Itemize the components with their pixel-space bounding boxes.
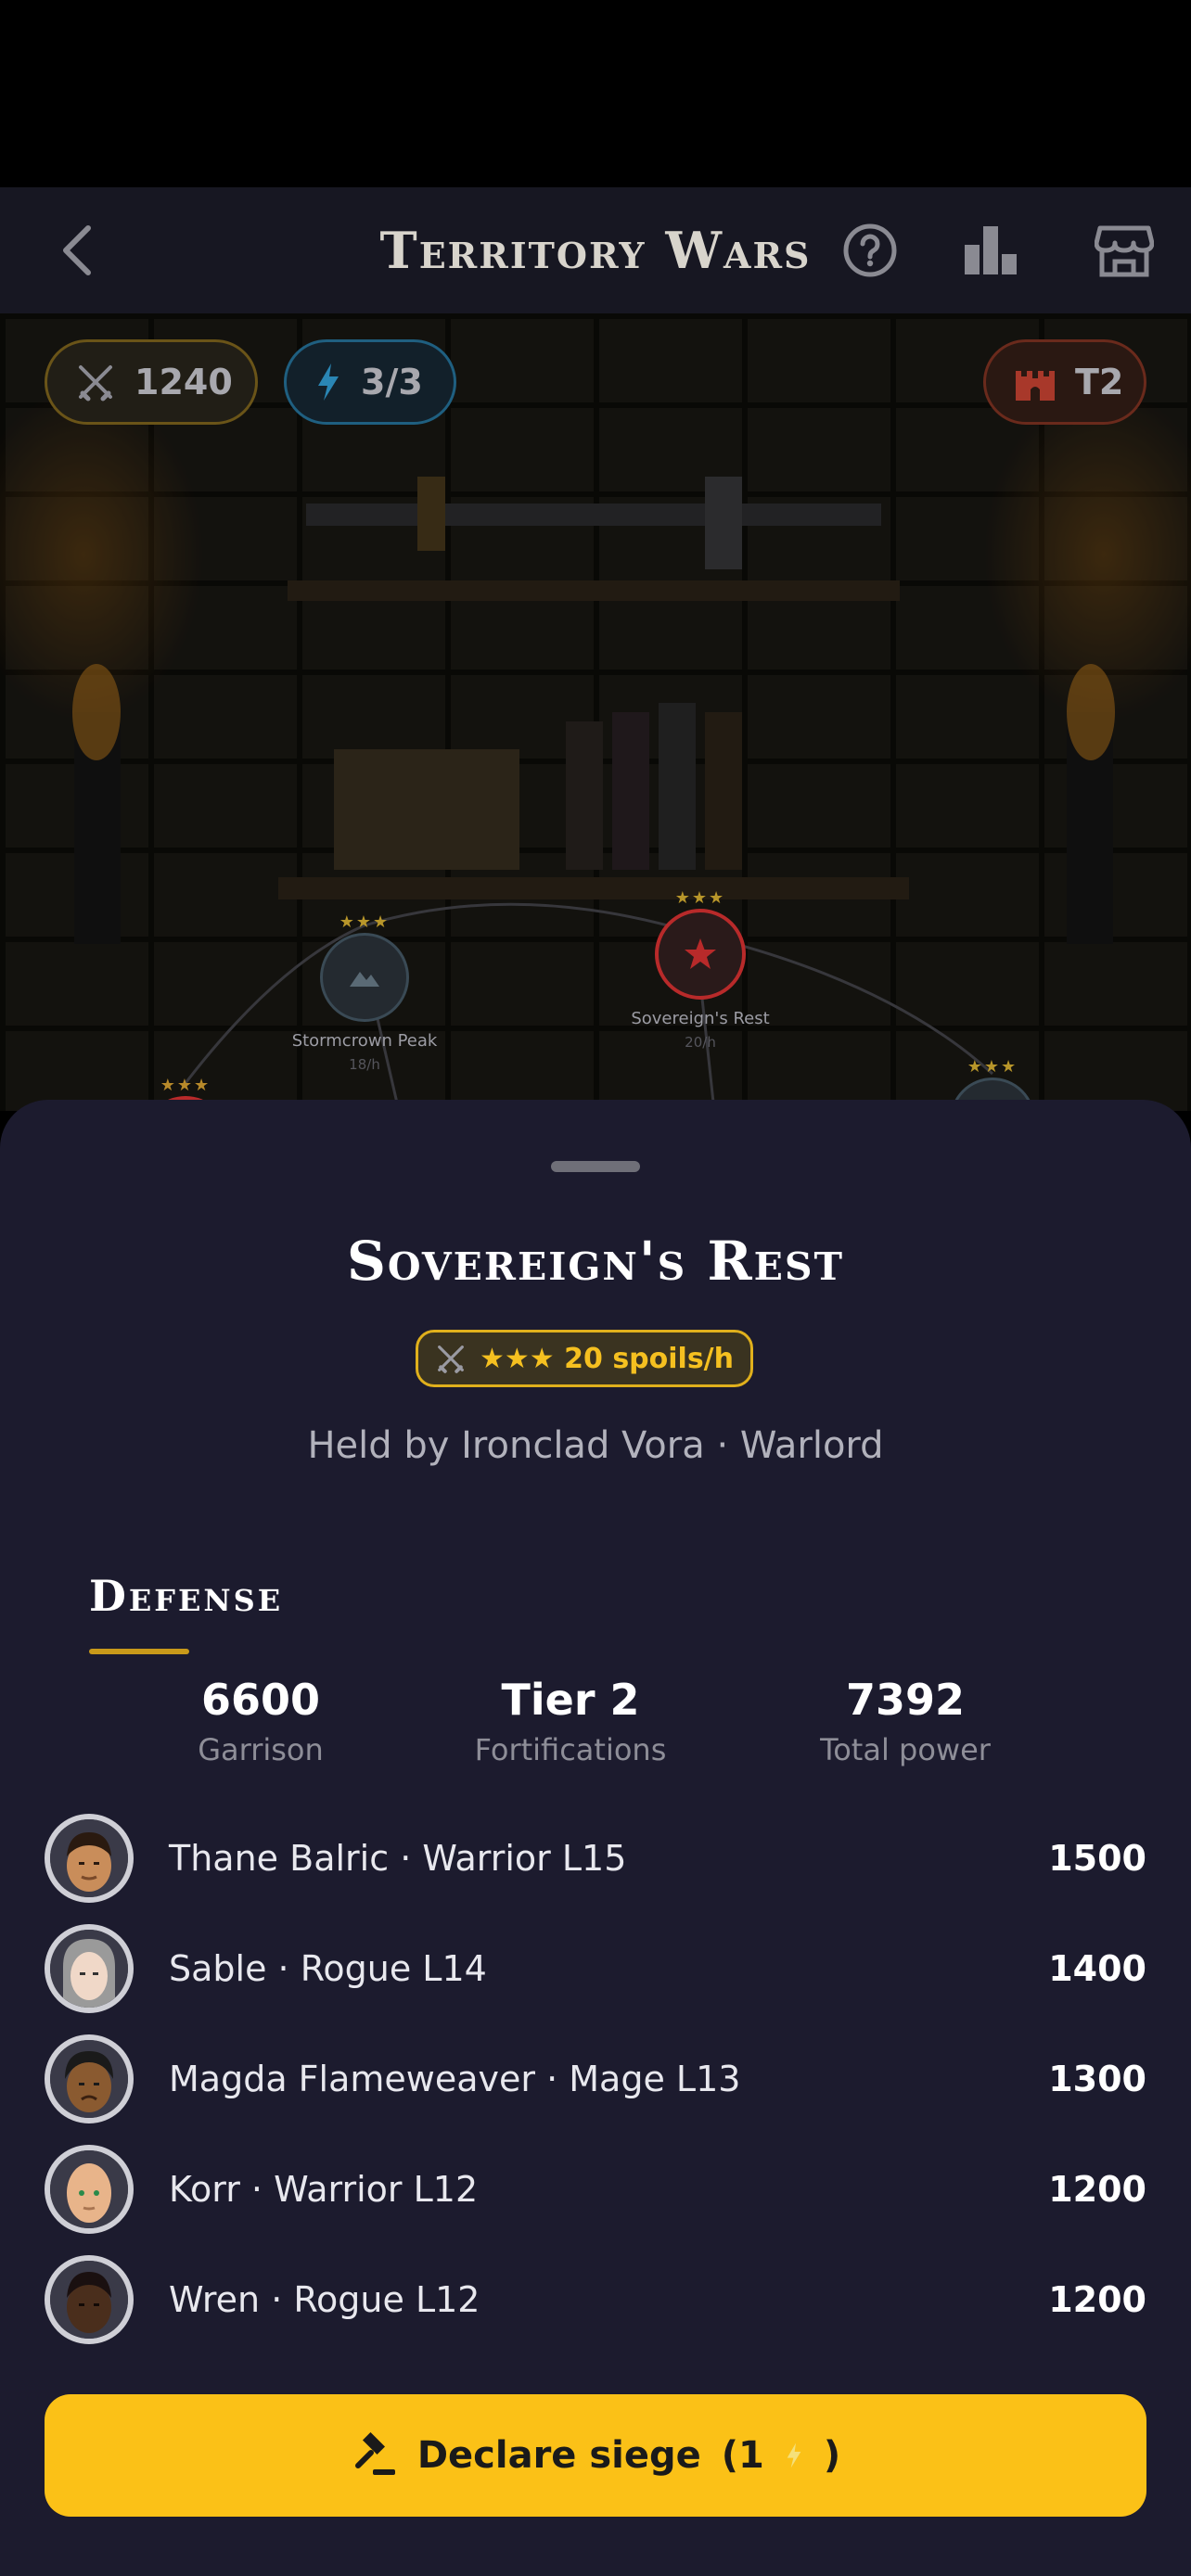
stat-fortifications: Tier 2 Fortifications <box>474 1675 667 1767</box>
defender-name: Korr · Warrior L12 <box>169 2169 479 2210</box>
help-icon <box>843 223 897 277</box>
defender-power: 1200 <box>1048 2279 1146 2320</box>
bar-chart-icon <box>965 226 1017 274</box>
owner-text: Held by Ironclad Vora · Warlord <box>307 1424 884 1467</box>
heading-underline <box>89 1649 189 1654</box>
siege-cost-close: ) <box>823 2434 841 2477</box>
defender-power: 1500 <box>1048 1838 1146 1879</box>
shop-button[interactable] <box>1087 213 1161 287</box>
top-nav: Territory Wars <box>0 187 1191 313</box>
mountain-icon <box>350 972 379 987</box>
defender-row[interactable]: Magda Flameweaver · Mage L13 1300 <box>45 2031 1146 2127</box>
avatar <box>45 1924 134 2013</box>
defender-row[interactable]: Thane Balric · Warrior L15 1500 <box>45 1810 1146 1906</box>
map-node-sovereigns-rest[interactable]: ★★★ Sovereign's Rest 20/h <box>608 888 793 1051</box>
map-dim-overlay <box>0 313 1191 1111</box>
energy-value: 3/3 <box>361 362 423 402</box>
avatar <box>45 1814 134 1903</box>
defender-name: Sable · Rogue L14 <box>169 1948 487 1989</box>
node-rate: 20/h <box>685 1034 716 1051</box>
store-icon <box>1095 225 1154 277</box>
territory-name: Sovereign's Rest <box>346 1230 845 1293</box>
lightning-icon <box>785 2442 803 2469</box>
status-bar <box>0 0 1191 187</box>
defender-name: Thane Balric · Warrior L15 <box>169 1838 627 1879</box>
territory-detail-sheet: Sovereign's Rest ★★★ 20 spoils/h Held by… <box>0 1100 1191 2576</box>
defender-row[interactable]: Wren · Rogue L12 1200 <box>45 2251 1146 2348</box>
siege-label: Declare siege <box>416 2434 701 2477</box>
crossed-swords-icon <box>435 1343 467 1374</box>
defender-power: 1200 <box>1048 2169 1146 2210</box>
spoils-value: 1240 <box>134 362 233 402</box>
stat-garrison: 6600 Garrison <box>198 1675 324 1767</box>
spoils-rate-badge: ★★★ 20 spoils/h <box>416 1330 753 1387</box>
avatar <box>45 2145 134 2234</box>
help-button[interactable] <box>833 213 907 287</box>
spoils-counter[interactable]: 1240 <box>45 339 258 425</box>
siege-cost-open: (1 <box>721 2434 764 2477</box>
node-name: Stormcrown Peak <box>291 1031 438 1051</box>
avatar <box>45 2034 134 2123</box>
defender-name: Magda Flameweaver · Mage L13 <box>169 2059 741 2099</box>
node-rate: 18/h <box>349 1056 380 1073</box>
tier-value: T2 <box>1075 362 1124 402</box>
map-node-stormcrown-peak[interactable]: ★★★ Stormcrown Peak 18/h <box>272 912 457 1073</box>
lightning-icon <box>314 362 342 402</box>
stat-total-power: 7392 Total power <box>820 1675 991 1767</box>
defender-row[interactable]: Korr · Warrior L12 1200 <box>45 2141 1146 2238</box>
defense-heading: Defense <box>89 1571 284 1621</box>
energy-counter[interactable]: 3/3 <box>284 339 456 425</box>
territory-map: 1240 3/3 T2 ★★★ Stormcrown Peak 18/h ★★★… <box>0 313 1191 1111</box>
tier-badge[interactable]: T2 <box>983 339 1146 425</box>
star-icon <box>685 938 716 969</box>
leaderboard-button[interactable] <box>954 213 1028 287</box>
castle-icon <box>1014 363 1057 401</box>
defender-row[interactable]: Sable · Rogue L14 1400 <box>45 1920 1146 2017</box>
defender-power: 1300 <box>1048 2059 1146 2099</box>
avatar <box>45 2255 134 2344</box>
defender-power: 1400 <box>1048 1948 1146 1989</box>
spoils-rate-text: ★★★ 20 spoils/h <box>480 1342 734 1375</box>
declare-siege-button[interactable]: Declare siege (1 ) <box>45 2394 1146 2517</box>
drag-handle[interactable] <box>551 1161 640 1172</box>
node-name: Sovereign's Rest <box>631 1009 770 1028</box>
crossed-swords-icon <box>75 362 116 402</box>
gavel-icon <box>351 2432 397 2479</box>
defender-name: Wren · Rogue L12 <box>169 2279 480 2320</box>
